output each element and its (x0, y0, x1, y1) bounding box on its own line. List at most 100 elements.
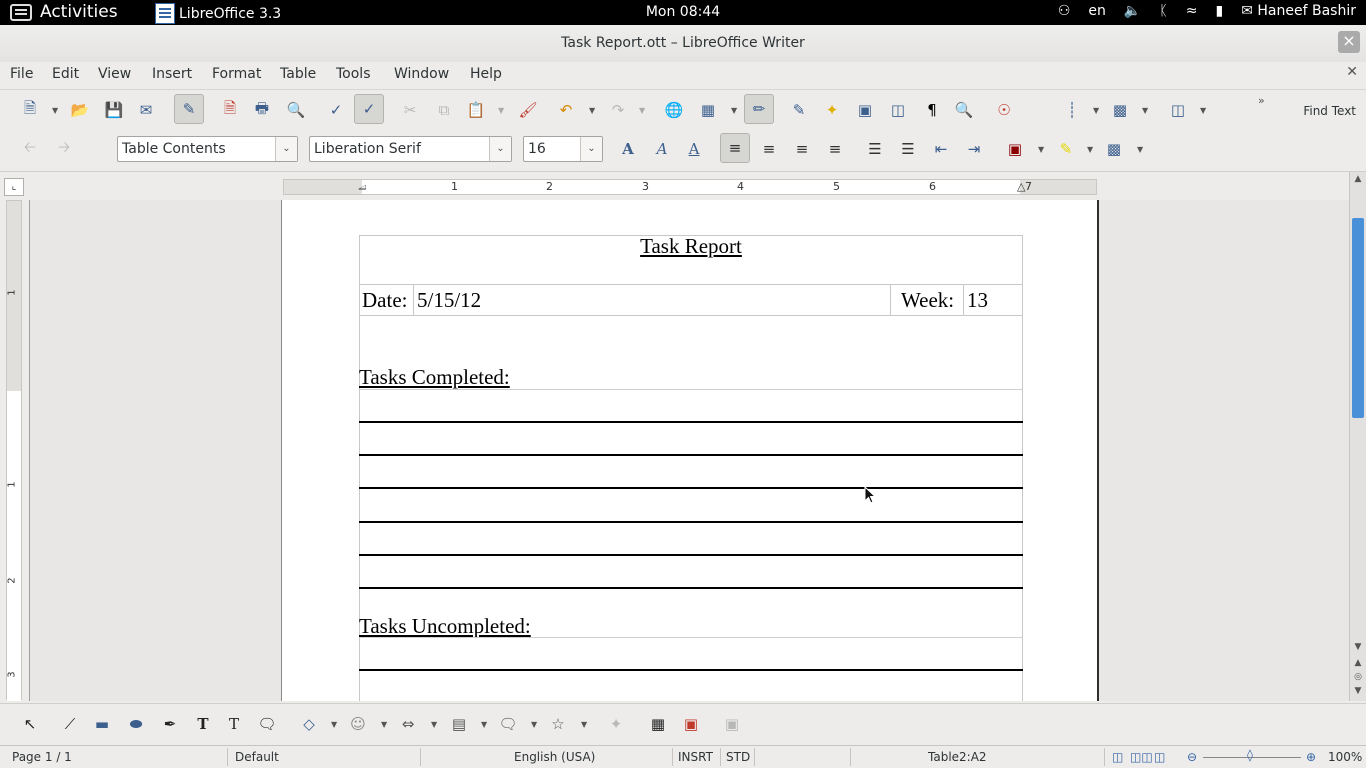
paste-icon[interactable]: 📋 (464, 98, 488, 122)
numbering-icon[interactable]: ☰ (863, 137, 887, 161)
from-file-icon[interactable]: ▣ (679, 712, 703, 736)
page-style[interactable]: Default (235, 750, 279, 764)
export-pdf-icon[interactable]: 🗎 (218, 98, 242, 122)
find-text-label[interactable]: Find Text (1303, 104, 1356, 118)
redo-dropdown-icon[interactable]: ▼ (639, 106, 645, 115)
background-color-icon[interactable]: ▩ (1102, 137, 1126, 161)
data-sources-icon[interactable]: ◫ (886, 98, 910, 122)
stars-icon[interactable]: ☆ (546, 712, 570, 736)
new-document-icon[interactable]: 🗎 (18, 98, 42, 122)
font-color-dropdown-icon[interactable]: ▼ (1038, 145, 1044, 154)
justify-icon[interactable]: ≡ (823, 137, 847, 161)
basic-shapes-dropdown-icon[interactable]: ▼ (331, 720, 337, 729)
fontwork-icon[interactable]: ▦ (646, 712, 670, 736)
vertical-ruler[interactable]: 1 1 2 3 (6, 200, 22, 701)
activities-button[interactable]: Activities (10, 2, 118, 22)
completed-line-1[interactable] (359, 421, 1023, 423)
find-replace-icon[interactable]: ✎ (787, 98, 811, 122)
accessibility-icon[interactable]: ⚇ (1058, 3, 1071, 19)
week-label-cell[interactable]: Week: (890, 284, 964, 316)
tasks-uncompleted-label[interactable]: Tasks Uncompleted: (359, 614, 531, 639)
spellcheck-icon[interactable]: ✓ (324, 98, 348, 122)
back-icon[interactable]: 🡠 (18, 137, 42, 161)
single-page-view-icon[interactable]: ◫ (1112, 750, 1123, 764)
date-label-cell[interactable]: Date: (359, 284, 414, 316)
wrap-icon[interactable]: ▩ (1108, 98, 1132, 122)
menu-file[interactable]: File (10, 66, 33, 82)
email-icon[interactable]: ✉ (134, 98, 158, 122)
edit-mode-icon[interactable]: ✎ (174, 94, 204, 124)
toolbar-overflow-icon[interactable]: » (1258, 94, 1265, 107)
table-icon[interactable]: ▦ (696, 98, 720, 122)
extrusion-icon[interactable]: ▣ (720, 712, 744, 736)
vertical-scrollbar[interactable]: ▲ ▼ ▲ ◎ ▼ (1349, 172, 1366, 701)
flowchart-icon[interactable]: ▤ (447, 712, 471, 736)
chevron-down-icon[interactable]: ⌄ (275, 137, 297, 161)
menu-edit[interactable]: Edit (52, 66, 79, 82)
page-indicator[interactable]: Page 1 / 1 (12, 750, 72, 764)
text-icon[interactable]: T (191, 712, 215, 736)
selection-mode[interactable]: STD (726, 750, 750, 764)
tasks-completed-label[interactable]: Tasks Completed: (359, 365, 510, 390)
hyperlink-icon[interactable]: 🌐 (662, 98, 686, 122)
formatting-marks-icon[interactable]: ¶ (920, 98, 944, 122)
select-arrow-icon[interactable]: ↖ (18, 712, 42, 736)
next-page-icon[interactable]: ▼ (1350, 686, 1366, 700)
callouts-icon[interactable]: 🗨 (496, 712, 520, 736)
paragraph-style-combo[interactable]: Table Contents ⌄ (117, 136, 298, 162)
align-object-icon[interactable]: ◫ (1166, 98, 1190, 122)
block-arrows-icon[interactable]: ⇔ (396, 712, 420, 736)
scrollbar-thumb[interactable] (1352, 218, 1364, 418)
print-icon[interactable]: 🖶 (250, 98, 274, 122)
text-language[interactable]: English (USA) (514, 750, 595, 764)
menu-view[interactable]: View (98, 66, 131, 82)
bullets-icon[interactable]: ☰ (896, 137, 920, 161)
font-name-combo[interactable]: Liberation Serif ⌄ (309, 136, 512, 162)
zoom-out-icon[interactable]: ⊖ (1187, 750, 1197, 764)
completed-line-5[interactable] (359, 554, 1023, 556)
ellipse-icon[interactable]: ⬬ (124, 712, 148, 736)
menu-table[interactable]: Table (280, 66, 316, 82)
flowchart-dropdown-icon[interactable]: ▼ (481, 720, 487, 729)
gallery-icon[interactable]: ▣ (853, 98, 877, 122)
font-color-icon[interactable]: ▣ (1003, 137, 1027, 161)
italic-icon[interactable]: A (650, 137, 674, 161)
paste-dropdown-icon[interactable]: ▼ (498, 106, 504, 115)
align-left-icon[interactable]: ≡ (720, 133, 750, 163)
show-draw-functions-icon[interactable]: ✏ (744, 94, 774, 124)
navigation-icon[interactable]: ◎ (1350, 672, 1366, 686)
window-close-button[interactable]: × (1338, 31, 1360, 53)
frame-icon[interactable]: ┊ (1060, 98, 1084, 122)
report-heading[interactable]: Task Report (359, 234, 1023, 259)
background-dropdown-icon[interactable]: ▼ (1137, 145, 1143, 154)
completed-line-2[interactable] (359, 454, 1023, 456)
user-menu[interactable]: ✉ Haneef Bashir (1241, 3, 1356, 19)
scroll-up-icon[interactable]: ▲ (1350, 174, 1366, 188)
tab-stop-selector[interactable]: ⌞ (4, 178, 24, 196)
vertical-text-icon[interactable]: T (222, 712, 246, 736)
font-size-combo[interactable]: 16 ⌄ (523, 136, 603, 162)
align-right-icon[interactable]: ≡ (790, 137, 814, 161)
stars-dropdown-icon[interactable]: ▼ (581, 720, 587, 729)
print-preview-icon[interactable]: 🔍 (284, 98, 308, 122)
rectangle-icon[interactable]: ▬ (90, 712, 114, 736)
document-page[interactable]: Task Report Date: 5/15/12 Week: 13 Tasks… (281, 200, 1099, 701)
menu-format[interactable]: Format (212, 66, 261, 82)
underline-icon[interactable]: A (682, 137, 706, 161)
app-menu[interactable]: LibreOffice 3.3 (155, 3, 281, 24)
completed-line-3[interactable] (359, 487, 1023, 489)
bluetooth-icon[interactable]: ᛕ (1159, 3, 1167, 19)
cut-icon[interactable]: ✂ (398, 98, 422, 122)
keyboard-language[interactable]: en (1088, 3, 1106, 19)
symbol-shapes-icon[interactable]: ☺ (346, 712, 370, 736)
line-icon[interactable]: ⟋ (58, 712, 82, 736)
save-icon[interactable]: 💾 (102, 98, 126, 122)
highlight-dropdown-icon[interactable]: ▼ (1087, 145, 1093, 154)
redo-icon[interactable]: ↷ (606, 98, 630, 122)
volume-icon[interactable]: 🔈 (1124, 3, 1141, 19)
forward-icon[interactable]: 🡢 (52, 137, 76, 161)
bold-icon[interactable]: A (616, 137, 640, 161)
copy-icon[interactable]: ⧉ (432, 98, 456, 122)
open-icon[interactable]: 📂 (68, 98, 92, 122)
points-icon[interactable]: ✦ (604, 712, 628, 736)
